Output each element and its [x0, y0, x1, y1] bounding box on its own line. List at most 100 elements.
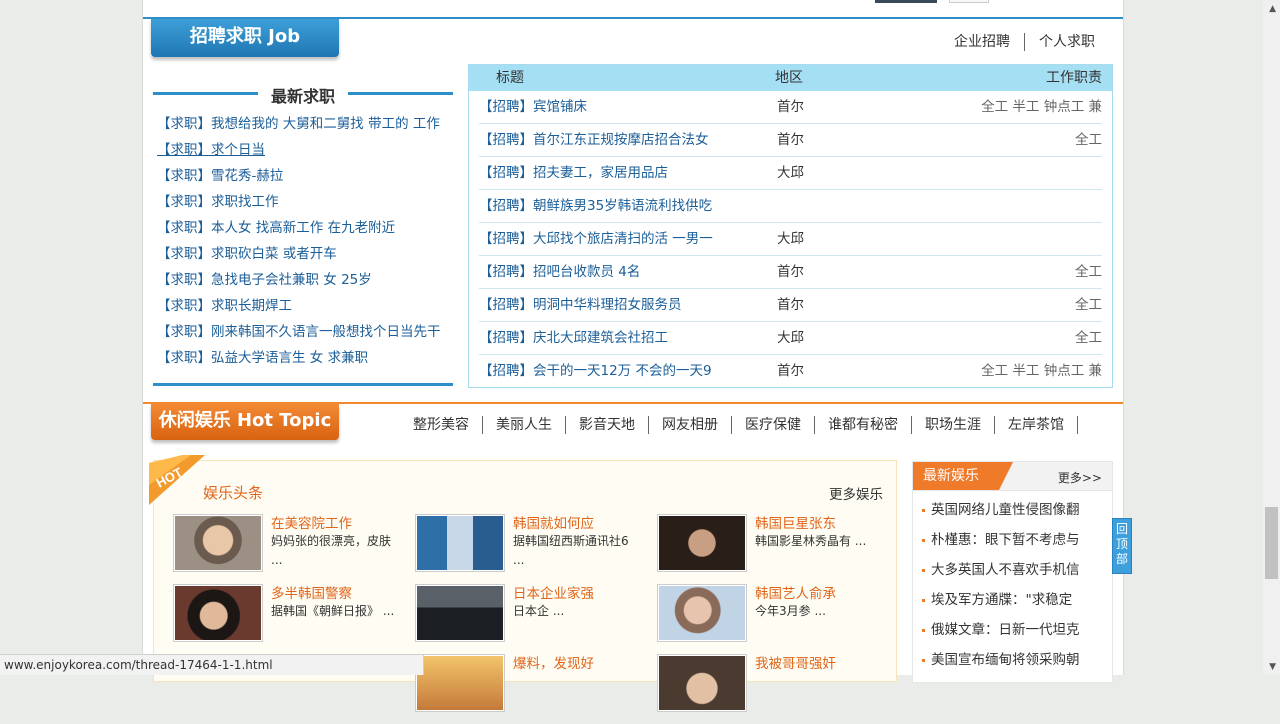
news-thumbnail[interactable]	[415, 584, 505, 642]
seek-item[interactable]: 【求职】雪花秀-赫拉	[157, 163, 441, 189]
post-title-link[interactable]: 【招聘】招夫妻工，家居用品店	[479, 157, 668, 189]
news-thumbnail[interactable]	[415, 514, 505, 572]
post-title-link[interactable]: 【招聘】首尔江东正规按摩店招合法女	[479, 124, 709, 156]
link-personal-seek[interactable]: 个人求职	[1025, 34, 1109, 50]
post-title-link[interactable]: 【招聘】朝鲜族男35岁韩语流利找供吃	[479, 190, 712, 222]
seek-item[interactable]: 【求职】急找电子会社兼职 女 25岁	[157, 267, 441, 293]
seek-item[interactable]: 【求职】我想给我的 大舅和二舅找 带工的 工作	[157, 111, 441, 137]
scroll-down-arrow-icon[interactable]: ▼	[1269, 662, 1276, 672]
table-row: 【招聘】招吧台收款员 4名 首尔 全工	[479, 256, 1102, 289]
news-item[interactable]: 韩国艺人俞承 今年3月参 ...	[657, 584, 887, 654]
nav-plastic-surgery[interactable]: 整形美容	[400, 414, 482, 434]
list-item[interactable]: 朴槿惠：眼下暂不考虑与	[913, 525, 1112, 555]
seek-item[interactable]: 【求职】求职砍白菜 或者开车	[157, 241, 441, 267]
hot-topic-nav: 整形美容 美丽人生 影音天地 网友相册 医疗保健 谁都有秘密 职场生涯 左岸茶馆	[400, 414, 1078, 434]
news-thumbnail[interactable]	[657, 514, 747, 572]
seek-item[interactable]: 【求职】求职长期焊工	[157, 293, 441, 319]
nav-photo-album[interactable]: 网友相册	[649, 414, 731, 434]
post-region: 首尔	[777, 132, 804, 148]
news-thumbnail[interactable]	[173, 584, 263, 642]
col-title: 标题	[496, 70, 524, 86]
post-type: 全工	[1075, 264, 1102, 280]
top-thumbnail-fragment	[875, 0, 937, 3]
latest-more-link[interactable]: 更多>>	[1058, 469, 1102, 486]
more-entertainment-link[interactable]: 更多娱乐	[829, 483, 883, 503]
news-title[interactable]: 在美容院工作	[271, 512, 352, 532]
latest-seek-heading: 最新求职	[153, 83, 453, 106]
post-region: 首尔	[777, 297, 804, 313]
list-item[interactable]: 美国宣布缅甸将领采购朝	[913, 645, 1112, 675]
news-summary: 今年3月参 ...	[755, 604, 826, 618]
news-title[interactable]: 韩国就如何应	[513, 512, 594, 532]
news-thumbnail[interactable]	[657, 584, 747, 642]
list-item[interactable]: 英国网络儿童性侵图像翻	[913, 495, 1112, 525]
scrollbar-thumb[interactable]	[1265, 507, 1278, 579]
post-title-link[interactable]: 【招聘】庆北大邱建筑会社招工	[479, 322, 668, 354]
news-item[interactable]: 在美容院工作 妈妈张的很漂亮，皮肤 ...	[173, 514, 403, 584]
recruit-table-header: 标题 地区 工作职责	[469, 65, 1112, 91]
nav-secrets[interactable]: 谁都有秘密	[815, 414, 911, 434]
seek-list: 【求职】我想给我的 大舅和二舅找 带工的 工作 【求职】求个日当 【求职】雪花秀…	[157, 111, 441, 371]
divider	[1077, 416, 1078, 434]
table-row: 【招聘】明洞中华料理招女服务员 首尔 全工	[479, 289, 1102, 322]
news-title[interactable]: 韩国巨星张东	[755, 512, 836, 532]
post-title-link[interactable]: 【招聘】宾馆铺床	[479, 91, 587, 123]
scroll-up-arrow-icon[interactable]: ▲	[1269, 4, 1276, 14]
post-title-link[interactable]: 【招聘】招吧台收款员 4名	[479, 256, 640, 288]
vertical-scrollbar[interactable]: ▲ ▼	[1263, 0, 1280, 675]
post-title-link[interactable]: 【招聘】明洞中华料理招女服务员	[479, 289, 682, 321]
post-type: 全工	[1075, 330, 1102, 346]
news-item[interactable]: 韩国就如何应 据韩国纽西斯通讯社6 ...	[415, 514, 645, 584]
news-thumbnail[interactable]	[173, 514, 263, 572]
news-item[interactable]: 爆料，发现好	[415, 654, 645, 724]
news-title[interactable]: 日本企业家强	[513, 582, 594, 602]
top-button-fragment	[949, 0, 989, 3]
list-item[interactable]: 大多英国人不喜欢手机信	[913, 555, 1112, 585]
seek-item[interactable]: 【求职】求职找工作	[157, 189, 441, 215]
link-company-recruit[interactable]: 企业招聘	[940, 34, 1024, 50]
latest-entertainment-title: 最新娱乐	[913, 462, 1013, 490]
latest-entertainment-list: 英国网络儿童性侵图像翻 朴槿惠：眼下暂不考虑与 大多英国人不喜欢手机信 埃及军方…	[913, 491, 1112, 675]
news-item[interactable]: 韩国巨星张东 韩国影星林秀晶有 ...	[657, 514, 887, 584]
news-summary: 据韩国《朝鲜日报》 ...	[271, 604, 395, 618]
news-item[interactable]: 日本企业家强 日本企 ...	[415, 584, 645, 654]
post-title-link[interactable]: 【招聘】会干的一天12万 不会的一天9	[479, 355, 712, 387]
nav-career[interactable]: 职场生涯	[912, 414, 994, 434]
hot-badge-icon: HOT	[149, 455, 205, 505]
table-row: 【招聘】招夫妻工，家居用品店 大邱	[479, 157, 1102, 190]
news-thumbnail[interactable]	[657, 654, 747, 712]
post-region: 大邱	[777, 231, 804, 247]
seek-item[interactable]: 【求职】求个日当	[157, 137, 441, 163]
latest-entertainment-panel: 最新娱乐 更多>> 英国网络儿童性侵图像翻 朴槿惠：眼下暂不考虑与 大多英国人不…	[912, 461, 1113, 683]
news-title[interactable]: 我被哥哥强奸	[755, 652, 836, 672]
news-summary: 韩国影星林秀晶有 ...	[755, 534, 867, 548]
nav-teahouse[interactable]: 左岸茶馆	[995, 414, 1077, 434]
table-row: 【招聘】首尔江东正规按摩店招合法女 首尔 全工	[479, 124, 1102, 157]
table-row: 【招聘】庆北大邱建筑会社招工 大邱 全工	[479, 322, 1102, 355]
seek-item[interactable]: 【求职】弘益大学语言生 女 求兼职	[157, 345, 441, 371]
hot-section-title: 休闲娱乐 Hot Topic	[151, 404, 339, 440]
nav-health[interactable]: 医疗保健	[732, 414, 814, 434]
news-title[interactable]: 爆料，发现好	[513, 652, 594, 672]
list-item[interactable]: 埃及军方通牒："求稳定	[913, 585, 1112, 615]
news-title[interactable]: 多半韩国警察	[271, 582, 352, 602]
list-item[interactable]: 俄媒文章：日新一代坦克	[913, 615, 1112, 645]
job-section-title: 招聘求职 Job	[151, 19, 339, 57]
post-region: 首尔	[777, 264, 804, 280]
post-title-link[interactable]: 【招聘】大邱找个旅店清扫的活 一男一	[479, 223, 713, 255]
table-row: 【招聘】宾馆铺床 首尔 全工 半工 钟点工 兼	[479, 91, 1102, 124]
seek-item[interactable]: 【求职】刚来韩国不久语言一般想找个日当先干	[157, 319, 441, 345]
news-title[interactable]: 韩国艺人俞承	[755, 582, 836, 602]
nav-media[interactable]: 影音天地	[566, 414, 648, 434]
seek-item[interactable]: 【求职】本人女 找高新工作 在九老附近	[157, 215, 441, 241]
nav-beautiful-life[interactable]: 美丽人生	[483, 414, 565, 434]
news-thumbnail[interactable]	[415, 654, 505, 712]
post-type: 全工 半工 钟点工 兼	[981, 363, 1102, 379]
job-links: 企业招聘 个人求职	[940, 31, 1109, 51]
news-item[interactable]: 多半韩国警察 据韩国《朝鲜日报》 ...	[173, 584, 403, 654]
table-row: 【招聘】朝鲜族男35岁韩语流利找供吃	[479, 190, 1102, 223]
news-item[interactable]: 我被哥哥强奸	[657, 654, 887, 724]
back-to-top-button[interactable]: 回顶部	[1112, 518, 1132, 574]
table-row: 【招聘】会干的一天12万 不会的一天9 首尔 全工 半工 钟点工 兼	[479, 355, 1102, 387]
post-type: 全工	[1075, 297, 1102, 313]
